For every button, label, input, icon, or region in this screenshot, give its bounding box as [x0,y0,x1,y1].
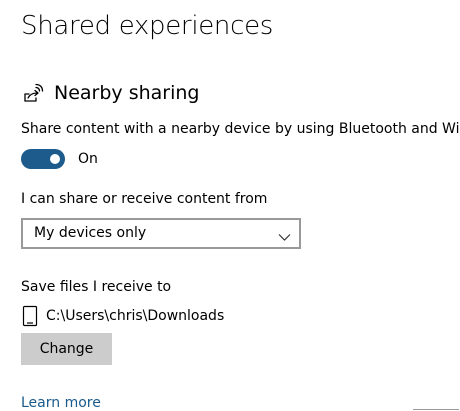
nearby-sharing-description: Share content with a nearby device by us… [21,121,460,137]
toggle-state-label: On [78,151,98,167]
change-button[interactable]: Change [21,333,112,365]
save-path: C:\Users\chris\Downloads [46,308,225,324]
share-from-dropdown[interactable]: My devices only [21,218,301,249]
nearby-sharing-header: Nearby sharing [21,78,199,108]
section-title: Nearby sharing [54,82,200,104]
share-from-selected-value: My devices only [34,225,147,241]
page-title: Shared experiences [21,11,274,41]
save-path-row: C:\Users\chris\Downloads [21,304,224,328]
divider [413,409,459,410]
device-icon [21,305,39,327]
chevron-down-icon [278,227,291,241]
learn-more-link[interactable]: Learn more [21,395,101,411]
toggle-knob [50,154,60,164]
share-from-label: I can share or receive content from [21,191,268,207]
save-files-label: Save files I receive to [21,279,172,295]
nearby-share-icon [21,81,45,105]
nearby-sharing-toggle[interactable] [21,149,65,169]
